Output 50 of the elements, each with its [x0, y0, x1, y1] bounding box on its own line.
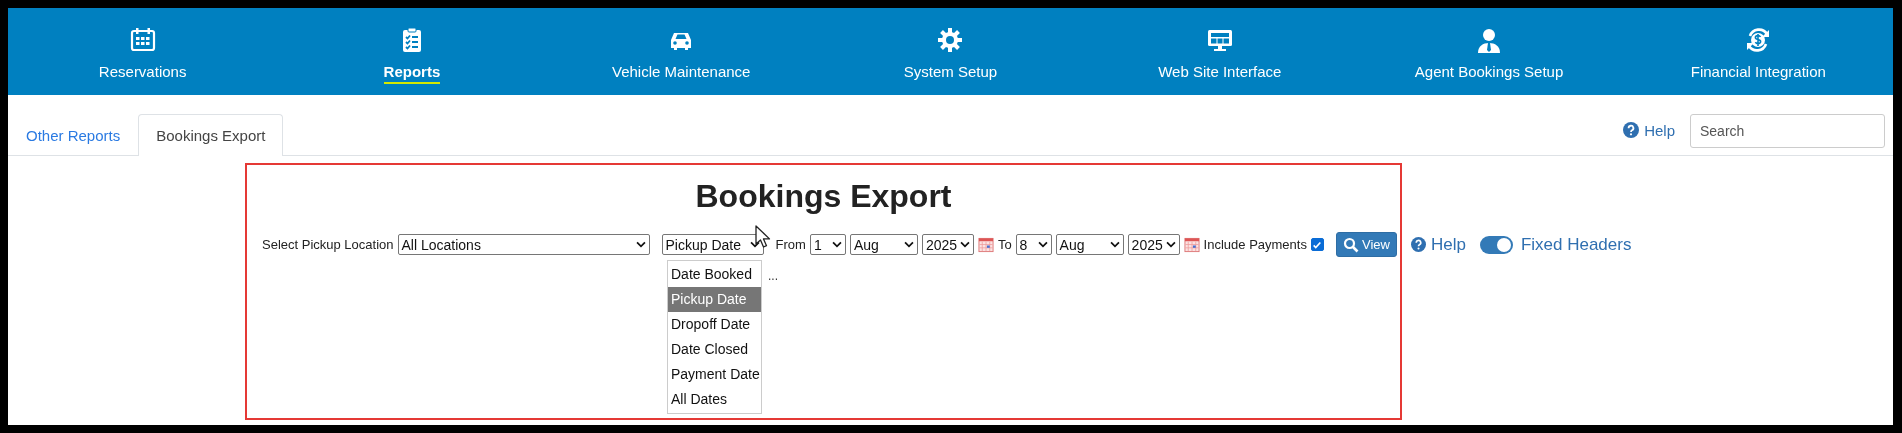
nav-item[interactable]: System Setup	[903, 63, 998, 84]
tab[interactable]: Bookings Export	[138, 114, 284, 156]
nav-item[interactable]: Vehicle Maintenance	[612, 63, 751, 84]
year-select[interactable]: 2025	[1127, 234, 1180, 255]
dropdown-option[interactable]: Date Booked	[668, 262, 761, 287]
dropdown-option[interactable]: Pickup Date	[668, 287, 761, 312]
checkbox[interactable]	[1310, 238, 1324, 251]
checkbox-label: Include Payments	[1203, 237, 1307, 252]
tab[interactable]: Other Reports	[16, 114, 131, 156]
chevron-icon	[903, 241, 914, 248]
field-label: To	[997, 237, 1012, 252]
day-select[interactable]: 1	[809, 234, 846, 255]
dropdown-option[interactable]: Dropoff Date	[668, 312, 761, 337]
day-select[interactable]: 8	[1015, 234, 1052, 255]
chevron-icon	[1165, 241, 1176, 248]
help-icon[interactable]	[1623, 122, 1640, 138]
field-label: From	[775, 237, 806, 252]
chevron-icon	[960, 241, 971, 248]
status-text: ...	[768, 269, 778, 283]
month-select[interactable]: Aug	[849, 234, 918, 255]
nav-item[interactable]: Reports	[383, 63, 441, 84]
help-icon[interactable]	[1410, 237, 1426, 252]
view-button[interactable]: View	[1335, 232, 1397, 257]
nav-item[interactable]: Web Site Interface	[1158, 63, 1282, 84]
help-link[interactable]: Help	[1430, 234, 1466, 255]
dropdown-option[interactable]: Date Closed	[668, 337, 761, 362]
year-select[interactable]: 2025	[921, 234, 974, 255]
location-select[interactable]: All Locations	[397, 234, 650, 255]
help-link[interactable]: Help	[1644, 121, 1675, 139]
month-select[interactable]: Aug	[1055, 234, 1124, 255]
page-title: Bookings Export	[694, 177, 953, 215]
nav-item[interactable]: Reservations	[98, 63, 187, 84]
nav-item[interactable]: Agent Bookings Setup	[1414, 63, 1564, 84]
dropdown-option[interactable]: All Dates	[668, 387, 761, 412]
dropdown-option[interactable]: Payment Date	[668, 362, 761, 387]
chevron-icon	[831, 241, 842, 248]
nav-item[interactable]: Financial Integration	[1690, 63, 1826, 84]
toggle-switch[interactable]	[1479, 235, 1513, 254]
calendar-icon[interactable]	[1183, 236, 1200, 253]
chevron-icon	[1109, 241, 1120, 248]
field-label: Select Pickup Location	[262, 237, 394, 252]
search-field[interactable]: Search	[1690, 114, 1885, 148]
toggle-label: Fixed Headers	[1520, 234, 1632, 255]
chevron-icon	[1037, 241, 1048, 248]
chevron-icon	[635, 241, 646, 248]
calendar-icon	[128, 26, 157, 54]
calendar-icon[interactable]	[977, 236, 994, 253]
search-icon	[1342, 236, 1359, 253]
gear-icon	[936, 26, 965, 54]
date-type-select[interactable]: Pickup Date	[661, 234, 764, 255]
